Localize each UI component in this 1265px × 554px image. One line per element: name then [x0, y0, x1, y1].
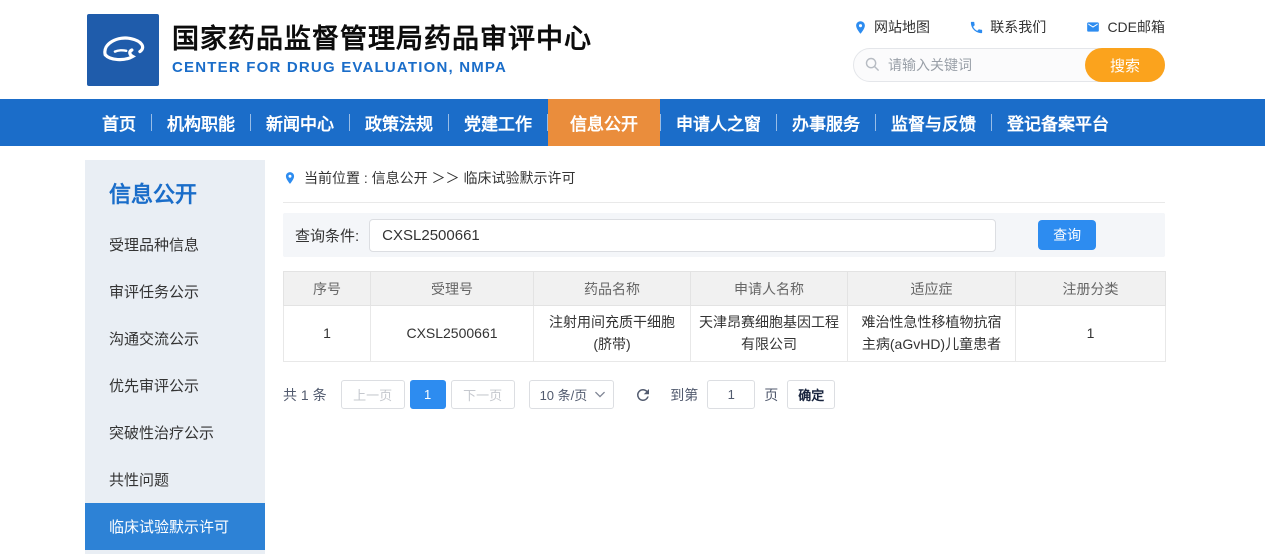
link-label: 网站地图: [874, 17, 930, 37]
cde-logo: [87, 14, 159, 86]
logo-swoosh-icon: [94, 21, 152, 79]
chevron-down-icon: [595, 391, 605, 398]
nav-item-policies[interactable]: 政策法规: [350, 99, 448, 146]
sidebar-item-accepted-varieties[interactable]: 受理品种信息: [85, 221, 265, 268]
sidebar-item-breakthrough-therapy[interactable]: 突破性治疗公示: [85, 409, 265, 456]
table-row: 1 CXSL2500661 注射用间充质干细胞(脐带) 天津昂赛细胞基因工程有限…: [284, 306, 1166, 362]
cell-registration-class: 1: [1016, 306, 1166, 362]
table-header-row: 序号 受理号 药品名称 申请人名称 适应症 注册分类: [284, 272, 1166, 306]
page-size-value: 10 条/页: [540, 385, 588, 404]
results-table: 序号 受理号 药品名称 申请人名称 适应症 注册分类 1 CXSL2500661…: [283, 271, 1166, 362]
page-header: 国家药品监督管理局药品审评中心 CENTER FOR DRUG EVALUATI…: [0, 0, 1265, 99]
refresh-button[interactable]: [634, 386, 652, 404]
main-nav: 首页 机构职能 新闻中心 政策法规 党建工作 信息公开 申请人之窗 办事服务 监…: [0, 99, 1265, 146]
page-size-select[interactable]: 10 条/页: [529, 380, 615, 409]
brand[interactable]: 国家药品监督管理局药品审评中心 CENTER FOR DRUG EVALUATI…: [87, 14, 592, 86]
goto-suffix: 页: [764, 385, 778, 405]
cell-drug-name: 注射用间充质干细胞(脐带): [534, 306, 691, 362]
query-label: 查询条件:: [295, 225, 359, 246]
breadcrumb-text: 当前位置 : 信息公开 ＞＞ 临床试验默示许可: [304, 168, 575, 188]
link-label: 联系我们: [990, 17, 1046, 37]
site-search: 搜索: [853, 48, 1165, 82]
goto-confirm-button[interactable]: 确定: [787, 380, 835, 409]
location-pin-icon: [853, 20, 868, 35]
col-header-applicant: 申请人名称: [691, 272, 848, 306]
cell-indication: 难治性急性移植物抗宿主病(aGvHD)儿童患者: [848, 306, 1016, 362]
site-title: 国家药品监督管理局药品审评中心: [172, 23, 592, 57]
sidebar-item-priority-review[interactable]: 优先审评公示: [85, 362, 265, 409]
nav-item-services[interactable]: 办事服务: [777, 99, 875, 146]
sidebar-title: 信息公开: [85, 160, 265, 221]
header-right: 网站地图 联系我们 CDE邮箱 搜索: [853, 17, 1165, 82]
next-page-button[interactable]: 下一页: [451, 380, 515, 409]
sidebar-item-marketed-drugs[interactable]: 上市药品信息: [85, 550, 265, 554]
sidebar-item-review-tasks[interactable]: 审评任务公示: [85, 268, 265, 315]
search-button[interactable]: 搜索: [1085, 48, 1165, 82]
col-header-drug-name: 药品名称: [534, 272, 691, 306]
col-header-acceptance-no: 受理号: [371, 272, 534, 306]
sidebar-item-clinical-trial-implied-license[interactable]: 临床试验默示许可: [85, 503, 265, 550]
pagination: 共 1 条 上一页 1 下一页 10 条/页 到第 页 确定: [283, 380, 1165, 409]
goto-page-input[interactable]: [707, 380, 755, 409]
site-subtitle: CENTER FOR DRUG EVALUATION, NMPA: [172, 59, 592, 76]
nav-item-news[interactable]: 新闻中心: [251, 99, 349, 146]
col-header-registration-class: 注册分类: [1016, 272, 1166, 306]
mail-icon: [1085, 20, 1101, 34]
breadcrumb: 当前位置 : 信息公开 ＞＞ 临床试验默示许可: [283, 160, 1165, 203]
goto-label: 到第: [670, 385, 698, 405]
nav-item-applicant-window[interactable]: 申请人之窗: [661, 99, 776, 146]
nav-item-functions[interactable]: 机构职能: [152, 99, 250, 146]
nav-item-registration-platform[interactable]: 登记备案平台: [992, 99, 1124, 146]
pagination-total: 共 1 条: [283, 385, 327, 405]
location-pin-icon: [283, 170, 297, 186]
nav-item-info-disclosure[interactable]: 信息公开: [548, 99, 660, 146]
main-nav-inner: 首页 机构职能 新闻中心 政策法规 党建工作 信息公开 申请人之窗 办事服务 监…: [87, 99, 1265, 146]
sidebar-item-communication[interactable]: 沟通交流公示: [85, 315, 265, 362]
sidebar-item-common-issues[interactable]: 共性问题: [85, 456, 265, 503]
link-contact[interactable]: 联系我们: [969, 17, 1046, 37]
query-panel: 查询条件: 查询: [283, 213, 1165, 257]
goto-page: 到第 页 确定: [670, 380, 835, 409]
nav-item-supervision-feedback[interactable]: 监督与反馈: [876, 99, 991, 146]
phone-icon: [969, 20, 984, 35]
content: 当前位置 : 信息公开 ＞＞ 临床试验默示许可 查询条件: 查询 序号 受理号 …: [283, 160, 1165, 409]
col-header-indication: 适应症: [848, 272, 1016, 306]
cell-applicant: 天津昂赛细胞基因工程有限公司: [691, 306, 848, 362]
link-label: CDE邮箱: [1107, 17, 1165, 37]
brand-text: 国家药品监督管理局药品审评中心 CENTER FOR DRUG EVALUATI…: [172, 23, 592, 77]
cell-acceptance-no: CXSL2500661: [371, 306, 534, 362]
quick-links: 网站地图 联系我们 CDE邮箱: [853, 17, 1165, 37]
nav-item-party[interactable]: 党建工作: [449, 99, 547, 146]
link-mailbox[interactable]: CDE邮箱: [1085, 17, 1165, 37]
query-input[interactable]: [369, 219, 996, 252]
page-number-1[interactable]: 1: [410, 380, 446, 409]
col-header-index: 序号: [284, 272, 371, 306]
main-area: 信息公开 受理品种信息 审评任务公示 沟通交流公示 优先审评公示 突破性治疗公示…: [85, 160, 1265, 554]
prev-page-button[interactable]: 上一页: [341, 380, 405, 409]
search-icon: [864, 56, 881, 73]
nav-item-home[interactable]: 首页: [87, 99, 151, 146]
refresh-icon: [634, 386, 652, 404]
link-sitemap[interactable]: 网站地图: [853, 17, 930, 37]
query-button[interactable]: 查询: [1038, 220, 1096, 250]
sidebar: 信息公开 受理品种信息 审评任务公示 沟通交流公示 优先审评公示 突破性治疗公示…: [85, 160, 265, 554]
cell-index: 1: [284, 306, 371, 362]
